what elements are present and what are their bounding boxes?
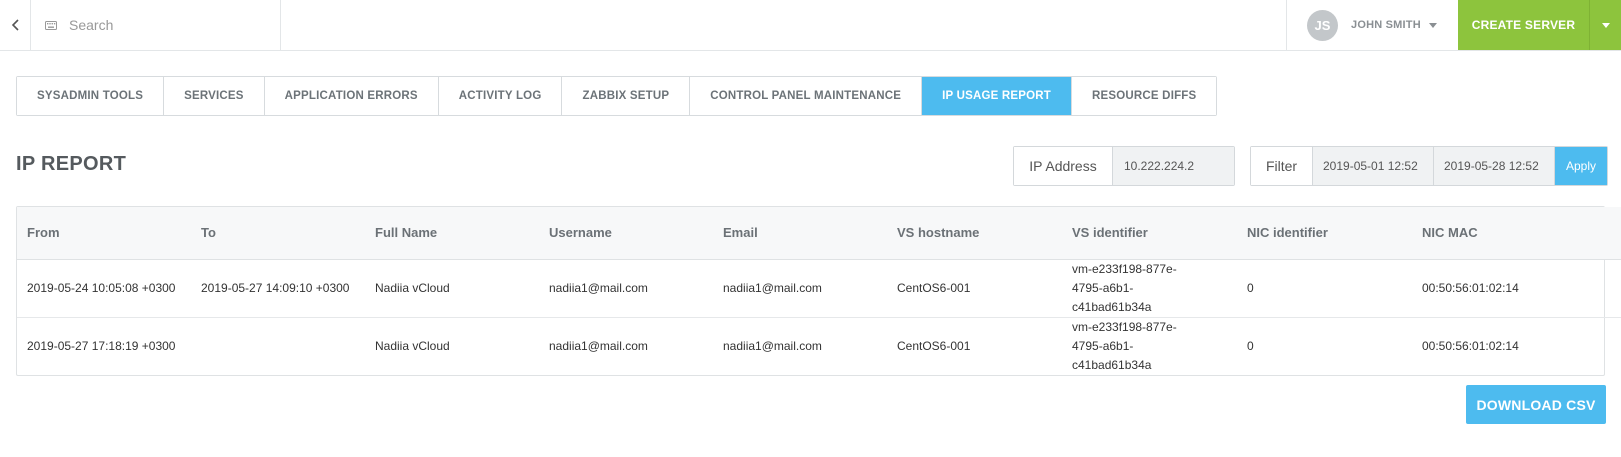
create-server-dropdown-button[interactable]: [1590, 0, 1621, 50]
tab-zabbix-setup[interactable]: ZABBIX SETUP: [562, 77, 691, 115]
cell-vs-identifier: vm-e233f198-877e-4795-a6b1-c41bad61b34a: [1072, 261, 1177, 314]
tab-services[interactable]: SERVICES: [164, 77, 265, 115]
cell-email: nadiia1@mail.com: [723, 280, 822, 295]
filter-label: Filter: [1251, 147, 1313, 185]
apply-button[interactable]: Apply: [1555, 147, 1607, 185]
cell-nic-identifier: 0: [1247, 280, 1254, 295]
page-title: IP REPORT: [16, 153, 127, 175]
caret-down-icon: [1601, 22, 1610, 28]
tab-sysadmin-tools[interactable]: SYSADMIN TOOLS: [17, 77, 165, 115]
cell-to: 2019-05-27 14:09:10 +0300: [201, 280, 350, 295]
top-bar: JS JOHN SMITH CREATE SERVER: [0, 0, 1621, 51]
search-input[interactable]: [69, 17, 249, 33]
cell-nic-mac: 00:50:56:01:02:14: [1422, 280, 1519, 295]
tab-resource-diffs[interactable]: RESOURCE DIFFS: [1072, 77, 1217, 115]
search-box[interactable]: [31, 0, 281, 50]
cell-from: 2019-05-24 10:05:08 +0300: [27, 280, 176, 295]
column-header-full-name: Full Name: [365, 207, 539, 260]
ip-report-table: From To Full Name Username Email VS host…: [16, 206, 1621, 376]
user-menu[interactable]: JS JOHN SMITH: [1286, 0, 1458, 50]
column-header-from: From: [17, 207, 191, 260]
cell-nic-identifier: 0: [1237, 316, 1412, 375]
download-csv-button[interactable]: DOWNLOAD CSV: [1466, 385, 1606, 424]
cell-full-name: Nadiia vCloud: [375, 280, 450, 295]
column-header-nic-identifier: NIC identifier: [1237, 207, 1412, 260]
cell-vs-identifier: vm-e233f198-877e-4795-a6b1-c41bad61b34a: [1062, 316, 1237, 375]
cell-from: 2019-05-27 17:18:19 +0300: [17, 316, 191, 375]
caret-down-icon: [1428, 22, 1437, 28]
ip-address-label: IP Address: [1014, 147, 1113, 185]
column-header-email: Email: [713, 207, 887, 260]
cell-username: nadiia1@mail.com: [549, 280, 648, 295]
table-row: 2019-05-27 17:18:19 +0300 Nadiia vCloud …: [17, 316, 1621, 375]
tab-activity-log[interactable]: ACTIVITY LOG: [438, 77, 563, 115]
cell-vs-hostname: CentOS6-001: [897, 280, 971, 295]
user-name: JOHN SMITH: [1351, 19, 1421, 31]
date-filter: Filter Apply: [1250, 146, 1608, 186]
chevron-left-icon: [11, 19, 19, 31]
ip-address-filter: IP Address: [1013, 146, 1235, 186]
column-header-nic-mac: NIC MAC: [1412, 207, 1621, 260]
date-from-input[interactable]: [1313, 147, 1434, 185]
cell-email: nadiia1@mail.com: [713, 316, 887, 375]
ip-address-input[interactable]: [1113, 147, 1234, 185]
create-server-button[interactable]: CREATE SERVER: [1458, 0, 1590, 50]
column-header-username: Username: [539, 207, 713, 260]
date-to-input[interactable]: [1434, 147, 1555, 185]
column-header-vs-identifier: VS identifier: [1062, 207, 1237, 260]
table-row: 2019-05-24 10:05:08 +0300 2019-05-27 14:…: [17, 259, 1621, 317]
tab-ip-usage-report[interactable]: IP USAGE REPORT: [922, 77, 1073, 115]
tab-control-panel-maintenance[interactable]: CONTROL PANEL MAINTENANCE: [690, 77, 923, 115]
column-header-to: To: [191, 207, 365, 260]
table-header-row: From To Full Name Username Email VS host…: [17, 207, 1621, 260]
tab-application-errors[interactable]: APPLICATION ERRORS: [264, 77, 439, 115]
back-button[interactable]: [0, 0, 31, 50]
cell-full-name: Nadiia vCloud: [365, 316, 539, 375]
column-header-vs-hostname: VS hostname: [887, 207, 1062, 260]
tab-bar: SYSADMIN TOOLS SERVICES APPLICATION ERRO…: [16, 76, 1218, 116]
cell-vs-hostname: CentOS6-001: [887, 316, 1062, 375]
cell-nic-mac: 00:50:56:01:02:14: [1412, 316, 1621, 375]
cell-to: [191, 316, 365, 375]
cell-username: nadiia1@mail.com: [539, 316, 713, 375]
keyboard-icon: [45, 20, 57, 30]
avatar: JS: [1307, 9, 1338, 41]
